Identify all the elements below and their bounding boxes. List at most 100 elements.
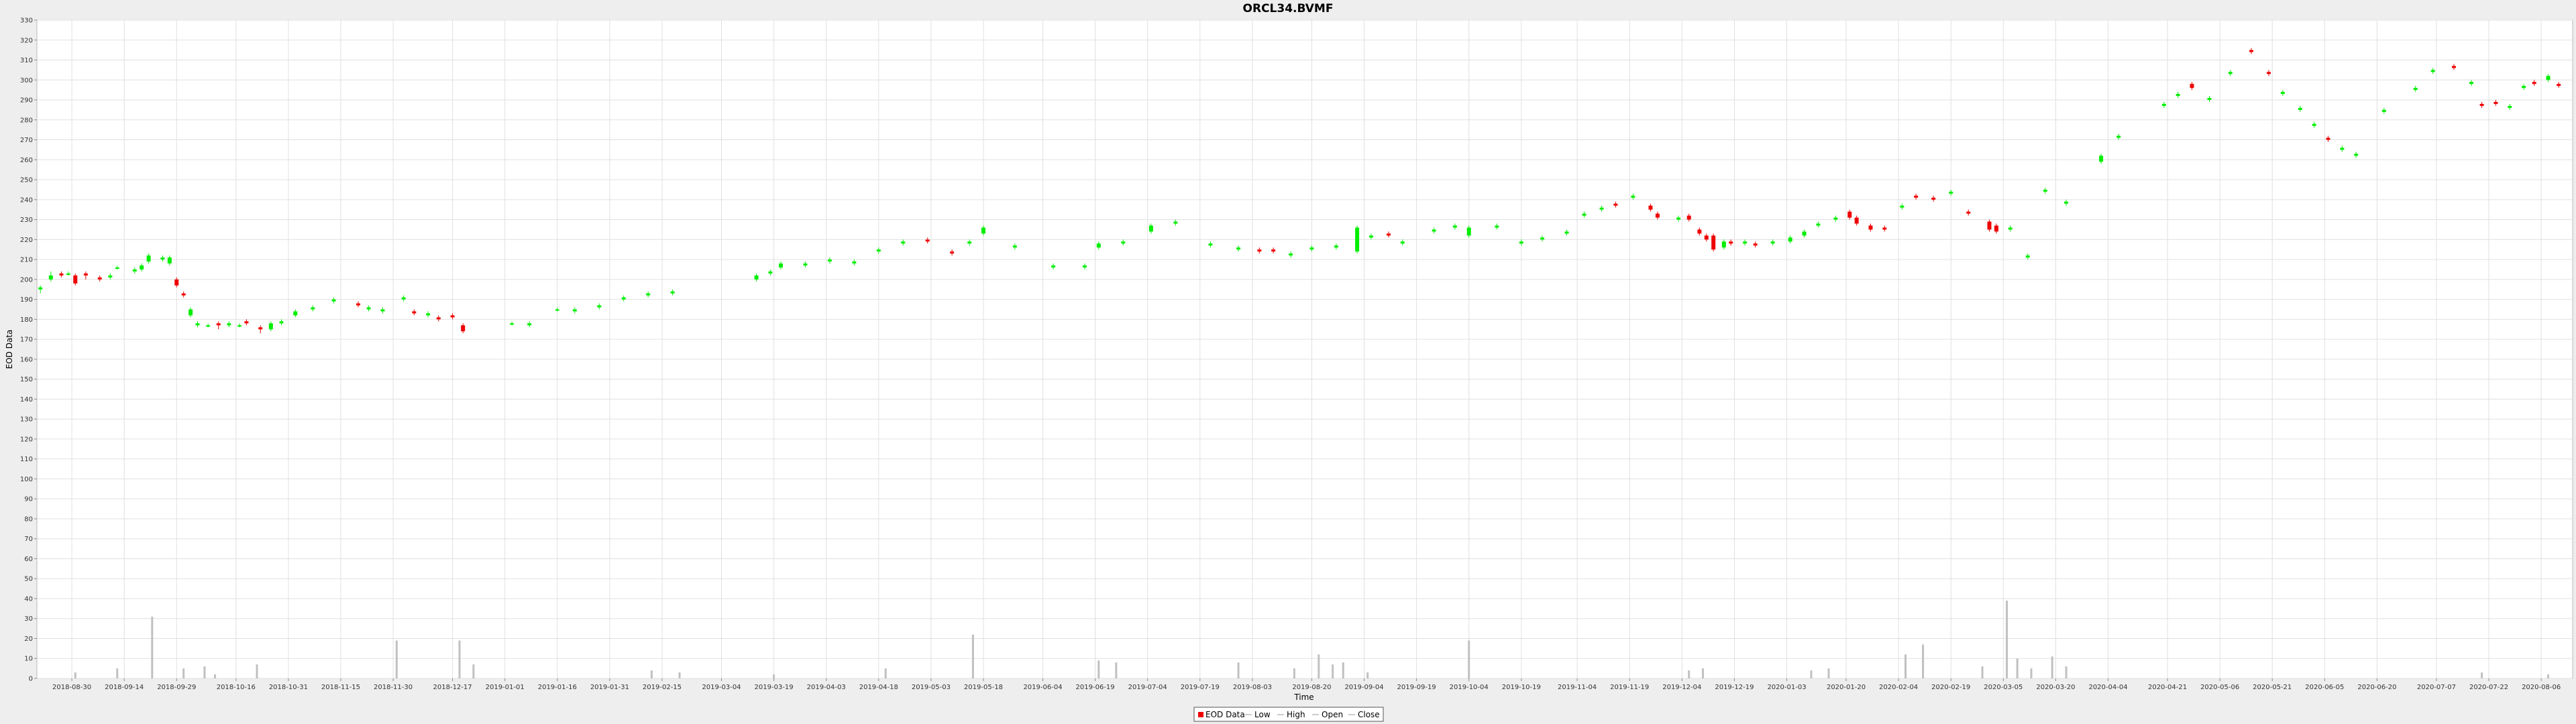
candle-body (597, 305, 602, 308)
x-tick-label: 2020-06-20 (2357, 684, 2396, 691)
y-tick-label: 100 (20, 476, 33, 483)
volume-bar (203, 666, 206, 678)
volume-bar (773, 674, 775, 678)
candle-body (925, 239, 930, 242)
volume-bar (74, 672, 76, 678)
x-tick-label: 2018-08-30 (52, 684, 91, 691)
y-tick-label: 330 (20, 17, 33, 25)
x-tick-label: 2019-12-19 (1715, 684, 1754, 691)
candle-body (167, 257, 172, 264)
volume-bar (2547, 674, 2550, 678)
x-tick-label: 2019-11-19 (1610, 684, 1649, 691)
candle-body (852, 261, 857, 264)
volume-bar (151, 616, 154, 678)
candle-body (1949, 191, 1953, 194)
x-tick-label: 2019-06-04 (1023, 684, 1062, 691)
candle-body (1882, 227, 1887, 230)
legend-item-close: Close (1358, 710, 1380, 719)
volume-bar (2030, 668, 2033, 678)
y-tick-label: 40 (24, 595, 33, 603)
candle-body (97, 277, 102, 280)
candle-body (1309, 247, 1314, 250)
x-tick-label: 2020-05-06 (2200, 684, 2239, 691)
volume-bar (2006, 600, 2008, 678)
candle-body (293, 311, 298, 316)
candle-body (2280, 92, 2285, 95)
candle-body (461, 325, 466, 332)
volume-bar (256, 664, 258, 678)
candle-body (206, 325, 211, 327)
plot-area (36, 19, 2573, 679)
candle-body (73, 275, 78, 284)
x-tick-label: 2019-07-04 (1128, 684, 1167, 691)
x-tick-label: 2018-11-15 (321, 684, 360, 691)
candle-body (66, 273, 70, 275)
volume-bar (1922, 644, 1925, 678)
volume-bar (678, 672, 681, 678)
volume-bar (1904, 654, 1907, 678)
candle-body (1564, 231, 1569, 234)
candle-body (2493, 102, 2498, 104)
candle-body (510, 323, 515, 325)
candle-body (827, 259, 832, 262)
x-tick-label: 2019-09-04 (1344, 684, 1383, 691)
legend-swatch-eod (1198, 712, 1203, 717)
volume-bar (1318, 654, 1320, 678)
volume-bar (971, 634, 974, 678)
candle-body (331, 299, 336, 302)
y-tick-label: 300 (20, 77, 33, 84)
candle-body (967, 241, 972, 244)
candle-body (1854, 217, 1859, 224)
x-tick-label: 2020-01-20 (1827, 684, 1866, 691)
candle-body (2207, 98, 2212, 101)
candle-body (195, 323, 200, 326)
candle-body (1540, 237, 1545, 240)
y-tick-label: 170 (20, 337, 33, 344)
x-tick-label: 2019-03-19 (755, 684, 794, 691)
candle-body (2025, 255, 2030, 258)
volume-bar (1342, 662, 1344, 678)
candle-body (181, 293, 186, 296)
candle-body (1914, 195, 1919, 198)
candle-body (279, 321, 284, 324)
chart-root: ORCL34.BVMF 0 10 20 30 40 50 60 70 80 90 100 110 120… (0, 0, 2576, 724)
y-tick-label: 190 (20, 296, 33, 304)
candle-body (950, 251, 955, 254)
x-tick-label: 2018-09-14 (105, 684, 144, 691)
y-tick-label: 160 (20, 356, 33, 363)
candle-body (1753, 243, 1758, 246)
candle-body (901, 241, 906, 244)
candle-body (2298, 107, 2302, 110)
candle-body (1833, 217, 1838, 220)
x-tick-label: 2019-08-03 (1233, 684, 1272, 691)
candle-body (2469, 82, 2474, 84)
candle-body (366, 307, 371, 310)
candle-body (621, 297, 626, 300)
candle-body (83, 273, 88, 276)
y-tick-label: 310 (20, 57, 33, 64)
candle-body (115, 267, 119, 269)
candle-body (1121, 241, 1126, 244)
candle-body (1770, 241, 1775, 244)
x-tick-label: 2020-07-22 (2469, 684, 2508, 691)
volume-bar (1827, 668, 1830, 678)
candle-body (1271, 249, 1276, 252)
candle-body (1452, 225, 1457, 228)
candle-body (108, 275, 113, 278)
volume-bar (1688, 670, 1690, 678)
x-tick-label: 2020-04-21 (2148, 684, 2187, 691)
candle-body (1368, 235, 1373, 238)
candle-body (1868, 225, 1873, 230)
y-axis-label: EOD Data (5, 330, 14, 369)
y-tick-label: 90 (24, 496, 33, 503)
x-tick-label: 2019-10-04 (1450, 684, 1489, 691)
x-tick-label: 2019-05-18 (964, 684, 1003, 691)
y-tick-label: 270 (20, 137, 33, 144)
y-tick-label: 150 (20, 376, 33, 383)
candle-body (1257, 249, 1262, 252)
x-tick-label: 2019-07-19 (1181, 684, 1220, 691)
candle-body (779, 263, 784, 267)
x-tick-label: 2020-06-05 (2305, 684, 2344, 691)
candle-body (450, 315, 455, 318)
candle-body (2312, 123, 2316, 126)
